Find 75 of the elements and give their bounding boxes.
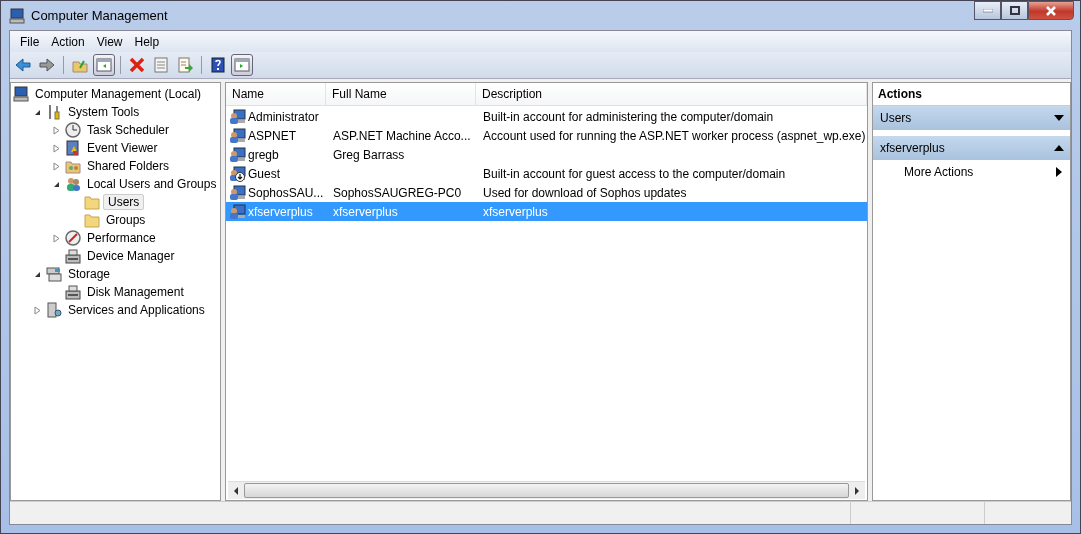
menu-item[interactable]: File (14, 32, 46, 51)
table-cell: Greg Barrass (333, 147, 405, 162)
column-header[interactable]: Name (226, 83, 326, 105)
tree-item[interactable]: Storage (65, 266, 114, 282)
user-icon (230, 146, 246, 163)
scroll-right-icon[interactable] (854, 486, 860, 495)
scroll-left-icon[interactable] (233, 486, 239, 495)
shared-folder-icon (65, 158, 81, 174)
pane-button[interactable] (93, 54, 115, 76)
user-icon (230, 127, 246, 144)
clock-icon (65, 122, 81, 138)
gauge-icon (65, 230, 81, 246)
table-cell: SophosSAUGREG-PC0 (333, 185, 462, 200)
tree-item[interactable]: Performance (84, 230, 159, 246)
table-cell: Guest (248, 166, 280, 181)
table-cell: Used for download of Sophos updates (483, 185, 687, 200)
action-link[interactable]: More Actions (904, 164, 974, 179)
tree-item[interactable]: Users (103, 194, 145, 210)
tree-item[interactable]: Groups (103, 212, 149, 228)
submenu-arrow-icon[interactable] (1056, 166, 1062, 177)
user-icon (230, 203, 246, 220)
table-cell: xfserverplus (333, 204, 398, 219)
menu-item[interactable]: Help (128, 32, 166, 51)
table-cell: xfserverplus (483, 204, 548, 219)
table-cell: Account used for running the ASP.NET worker process (aspnet_wp.exe) (483, 128, 866, 143)
close-icon (1045, 5, 1057, 16)
expand-icon[interactable] (1054, 115, 1064, 121)
tree-item[interactable]: Services and Applications (65, 302, 208, 318)
user-icon (230, 108, 246, 125)
tree-item[interactable]: Device Manager (84, 248, 178, 264)
folder-icon (84, 194, 100, 210)
horizontal-scrollbar[interactable] (228, 481, 865, 499)
table-cell: gregb (248, 147, 279, 162)
computer-icon (9, 7, 25, 24)
table-cell: SophosSAU... (248, 185, 324, 200)
tools-icon (46, 104, 62, 120)
log-book-icon (65, 140, 81, 156)
window-title: Computer Management (31, 8, 168, 23)
table-cell: ASP.NET Machine Acco... (333, 128, 471, 143)
pane-button[interactable] (231, 54, 253, 76)
folder-icon (84, 212, 100, 228)
close-button[interactable] (1028, 1, 1074, 20)
table-cell: Built-in account for administering the computer/domain (483, 109, 774, 124)
users-icon (65, 176, 81, 192)
tree-item[interactable]: Computer Management (Local) (32, 86, 205, 102)
computer-icon (13, 86, 29, 102)
maximize-button[interactable] (1001, 1, 1028, 20)
tree-item[interactable]: Disk Management (84, 284, 187, 300)
tree-item[interactable]: System Tools (65, 104, 143, 120)
column-header[interactable]: Full Name (326, 83, 476, 105)
storage-icon (46, 266, 62, 282)
minimize-button[interactable] (974, 1, 1001, 20)
scroll-thumb[interactable] (244, 483, 849, 498)
printer-icon (65, 248, 81, 264)
action-section-header[interactable]: xfserverplus (873, 136, 1070, 160)
server-gear-icon (46, 302, 62, 318)
section-title: xfserverplus (880, 141, 945, 155)
table-cell: Built-in account for guest access to the computer/domain (483, 166, 786, 181)
column-header[interactable]: Description (476, 83, 867, 105)
tree-item[interactable]: Event Viewer (84, 140, 161, 156)
section-title: Users (880, 111, 912, 125)
tree-item[interactable]: Shared Folders (84, 158, 173, 174)
table-cell: ASPNET (248, 128, 296, 143)
minimize-icon (982, 8, 993, 13)
tree-item[interactable]: Local Users and Groups (84, 176, 220, 192)
maximize-icon (1009, 6, 1020, 15)
table-cell: Administrator (248, 109, 319, 124)
menu-item[interactable]: Action (45, 32, 91, 51)
action-section-header[interactable]: Users (873, 106, 1070, 130)
user-icon (230, 184, 246, 201)
tree-item[interactable]: Task Scheduler (84, 122, 173, 138)
table-cell: xfserverplus (248, 204, 313, 219)
collapse-icon[interactable] (1054, 145, 1064, 151)
menu-item[interactable]: View (90, 32, 129, 51)
printer-icon (65, 284, 81, 300)
